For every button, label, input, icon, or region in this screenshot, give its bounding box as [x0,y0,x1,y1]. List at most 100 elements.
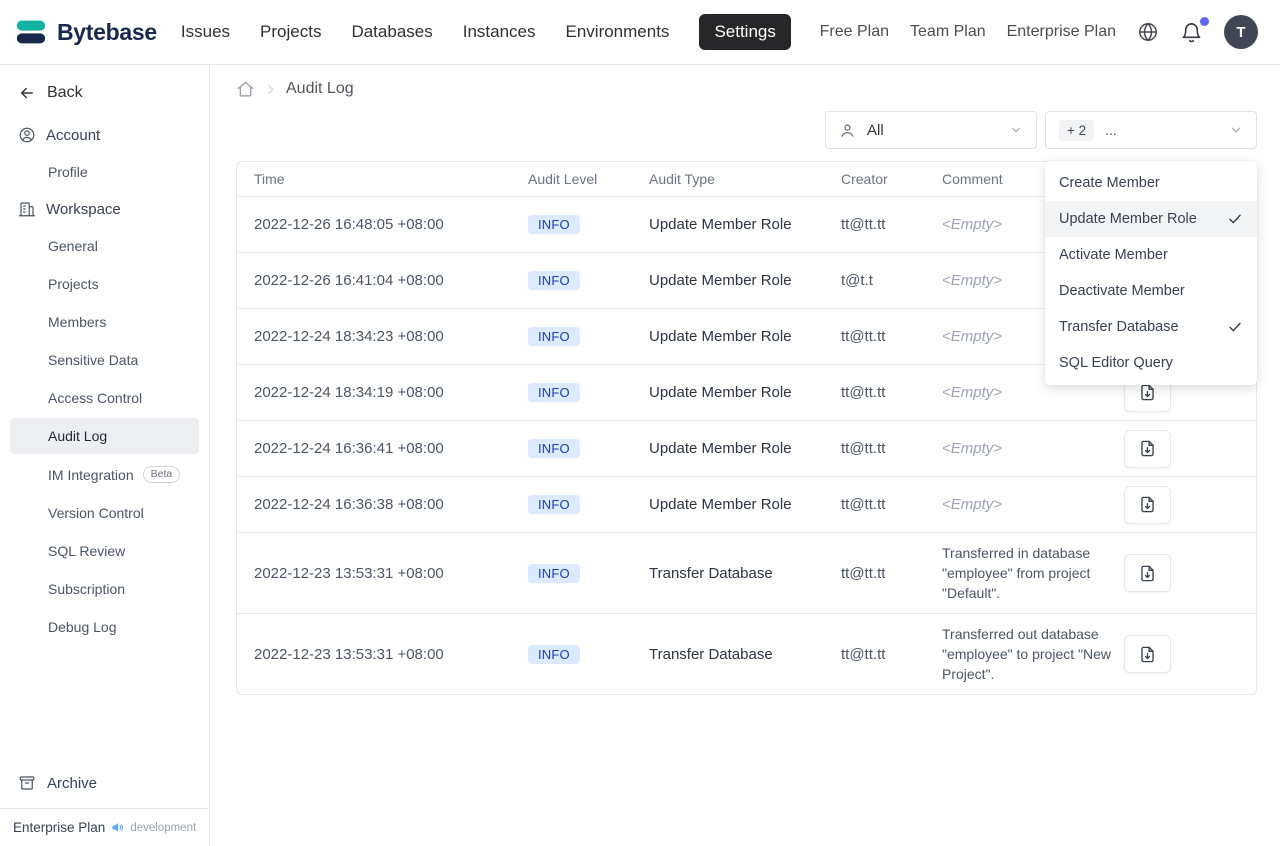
menu-item-sql-editor-query[interactable]: SQL Editor Query [1045,345,1257,381]
section-header-workspace: Workspace [10,191,199,227]
document-export-icon [1141,496,1154,513]
sidebar-item-audit-log[interactable]: Audit Log [10,418,199,454]
audit-level-badge: INFO [528,563,580,583]
nav-item-projects[interactable]: Projects [260,22,321,42]
document-export-icon [1141,384,1154,401]
menu-item-label: Activate Member [1059,247,1168,263]
audit-type: Update Member Role [649,496,792,513]
menu-item-create-member[interactable]: Create Member [1045,165,1257,201]
audit-level-badge: INFO [528,327,580,346]
language-translate-icon[interactable] [1137,21,1159,43]
check-icon [1227,211,1243,227]
sidebar-item-general[interactable]: General [10,228,199,264]
sidebar-item-version-control[interactable]: Version Control [10,495,199,531]
topnav-right: Free Plan Team Plan Enterprise Plan T [820,15,1258,49]
sidebar-item-debug-log[interactable]: Debug Log [10,609,199,645]
sidebar-item-subscription[interactable]: Subscription [10,571,199,607]
menu-item-update-member-role[interactable]: Update Member Role [1045,201,1257,237]
table-row: 2022-12-24 16:36:38 +08:00 INFO Update M… [237,477,1256,533]
nav-item-instances[interactable]: Instances [463,22,536,42]
audit-time: 2022-12-24 16:36:41 +08:00 [254,440,444,457]
sidebar-item-im-integration[interactable]: IM Integration Beta [10,456,199,493]
audit-type: Update Member Role [649,440,792,457]
column-header-time: Time [254,171,285,187]
audit-creator: tt@tt.tt [841,564,886,582]
sidebar-item-members[interactable]: Members [10,304,199,340]
export-row-button[interactable] [1124,554,1171,592]
audit-level-badge: INFO [528,644,580,664]
footer-plan-label: Enterprise Plan [13,820,106,835]
sidebar-item-sensitive-data[interactable]: Sensitive Data [10,342,199,378]
audit-time: 2022-12-24 16:36:38 +08:00 [254,496,444,513]
person-icon [839,122,856,139]
document-export-icon [1141,440,1154,457]
section-header-account: Account [10,117,199,153]
document-export-icon [1141,565,1154,581]
free-plan-link[interactable]: Free Plan [820,23,889,41]
account-icon [18,126,36,144]
audit-level-badge: INFO [528,215,580,234]
nav-item-environments[interactable]: Environments [566,22,670,42]
notifications-bell-icon[interactable] [1180,16,1209,44]
sidebar-item-projects[interactable]: Projects [10,266,199,302]
app-root: Bytebase Issues Projects Databases Insta… [0,0,1280,846]
menu-item-label: SQL Editor Query [1059,355,1173,371]
column-header-audit-level: Audit Level [528,171,598,187]
nav-item-databases[interactable]: Databases [351,22,432,42]
menu-item-activate-member[interactable]: Activate Member [1045,237,1257,273]
archive-icon [18,774,36,792]
breadcrumb: Audit Log [236,77,1257,101]
top-navbar: Bytebase Issues Projects Databases Insta… [0,0,1280,65]
workspace-section-label: Workspace [46,200,121,218]
sidebar-item-access-control[interactable]: Access Control [10,380,199,416]
audit-type: Update Member Role [649,384,792,401]
sidebar-item-sql-review[interactable]: SQL Review [10,533,199,569]
export-row-button[interactable] [1124,485,1171,524]
type-filter-ellipsis: ... [1105,122,1117,138]
audit-time: 2022-12-24 18:34:23 +08:00 [254,328,444,345]
audit-level-badge: INFO [528,383,580,402]
audit-type: Transfer Database [649,564,773,582]
audit-creator: tt@tt.tt [841,440,886,457]
menu-item-deactivate-member[interactable]: Deactivate Member [1045,273,1257,309]
team-plan-link[interactable]: Team Plan [910,23,986,41]
back-button[interactable]: Back [10,77,199,117]
nav-item-settings[interactable]: Settings [699,14,791,50]
creator-filter-select[interactable]: All [825,111,1037,149]
table-row: 2022-12-23 13:53:31 +08:00 INFO Transfer… [237,533,1256,614]
audit-log-page: Audit Log All + 2 ... Time Audit Level A… [210,65,1280,846]
audit-type: Update Member Role [649,328,792,345]
archive-button[interactable]: Archive [10,764,199,802]
back-label: Back [47,84,83,101]
export-row-button[interactable] [1124,429,1171,468]
audit-time: 2022-12-23 13:53:31 +08:00 [254,564,444,582]
sidebar-item-profile[interactable]: Profile [10,154,199,190]
chevron-down-icon [1229,123,1243,137]
home-icon[interactable] [236,80,255,99]
audit-creator: tt@tt.tt [841,384,886,401]
creator-filter-value: All [867,121,884,139]
audit-time: 2022-12-26 16:48:05 +08:00 [254,216,444,233]
audit-time: 2022-12-26 16:41:04 +08:00 [254,272,444,289]
user-avatar[interactable]: T [1224,15,1258,49]
audit-type-filter-select[interactable]: + 2 ... [1045,111,1257,149]
table-row: 2022-12-23 13:53:31 +08:00 INFO Transfer… [237,614,1256,694]
bytebase-logo[interactable]: Bytebase [14,15,157,49]
archive-label: Archive [47,774,98,792]
audit-level-badge: INFO [528,495,580,514]
export-row-button[interactable] [1124,635,1171,673]
chevron-down-icon [1009,123,1023,137]
audit-creator: tt@tt.tt [841,216,886,233]
audit-comment: Transferred out database "employee" to p… [942,626,1111,682]
check-icon [1227,319,1243,335]
column-header-audit-type: Audit Type [649,171,715,187]
nav-item-issues[interactable]: Issues [181,22,230,42]
speaker-icon [110,820,125,835]
enterprise-plan-link[interactable]: Enterprise Plan [1007,23,1116,41]
beta-badge: Beta [142,466,181,483]
audit-type-dropdown-menu: Create Member Update Member Role Activat… [1045,161,1257,385]
audit-comment: Transferred in database "employee" from … [942,545,1091,601]
im-integration-label: IM Integration [48,466,134,483]
menu-item-transfer-database[interactable]: Transfer Database [1045,309,1257,345]
menu-item-label: Update Member Role [1059,211,1197,227]
